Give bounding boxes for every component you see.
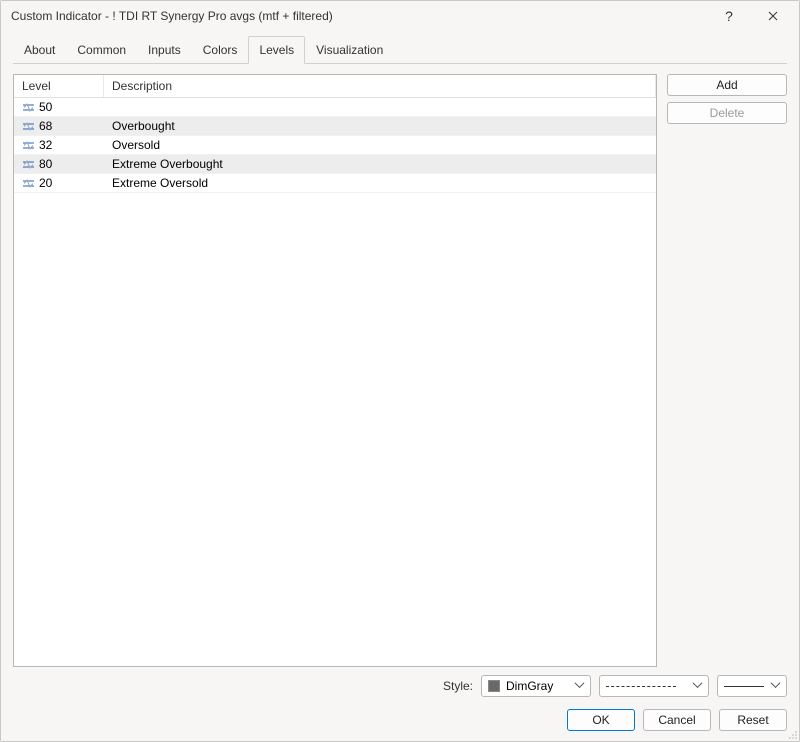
help-button[interactable]: ? [707,1,751,31]
cell-description: Overbought [104,119,656,133]
style-width-combo[interactable] [717,675,787,697]
table-row[interactable]: 68 Overbought [14,117,656,136]
reset-button[interactable]: Reset [719,709,787,731]
level-value: 68 [39,119,52,133]
level-icon [22,177,35,190]
tab-about[interactable]: About [13,36,66,64]
chevron-down-icon [576,681,586,691]
dash-preview [606,686,676,687]
col-header-description[interactable]: Description [104,75,656,97]
list-header: Level Description [14,75,656,98]
color-swatch [488,680,500,692]
table-row[interactable]: 20 Extreme Oversold [14,174,656,193]
titlebar: Custom Indicator - ! TDI RT Synergy Pro … [1,1,799,31]
tab-inputs[interactable]: Inputs [137,36,192,64]
tab-colors[interactable]: Colors [192,36,249,64]
dialog-footer: OK Cancel Reset [1,705,799,741]
cell-description: Extreme Oversold [104,176,656,190]
level-value: 32 [39,138,52,152]
cell-level: 80 [14,157,104,171]
chevron-down-icon [772,681,782,691]
tab-levels[interactable]: Levels [248,36,305,64]
delete-button: Delete [667,102,787,124]
cell-description: Oversold [104,138,656,152]
window-title: Custom Indicator - ! TDI RT Synergy Pro … [11,9,707,23]
color-name: DimGray [506,679,553,693]
list-body: 50 68 Overbought 32 Oversold 80 Extreme Ove… [14,98,656,666]
cancel-button[interactable]: Cancel [643,709,711,731]
chevron-down-icon [694,681,704,691]
levels-listview[interactable]: Level Description 50 68 Overbought 32 Over… [13,74,657,667]
cell-level: 68 [14,119,104,133]
table-row[interactable]: 50 [14,98,656,117]
level-value: 80 [39,157,52,171]
close-button[interactable] [751,1,795,31]
style-label: Style: [443,679,473,693]
side-buttons: Add Delete [667,74,787,667]
tab-common[interactable]: Common [66,36,137,64]
add-button[interactable]: Add [667,74,787,96]
cell-level: 32 [14,138,104,152]
dialog-window: Custom Indicator - ! TDI RT Synergy Pro … [0,0,800,742]
cell-level: 20 [14,176,104,190]
tab-bar: AboutCommonInputsColorsLevelsVisualizati… [13,36,787,64]
level-icon [22,139,35,152]
tab-panel-levels: Level Description 50 68 Overbought 32 Over… [13,64,787,667]
col-header-level[interactable]: Level [14,75,104,97]
ok-button[interactable]: OK [567,709,635,731]
table-row[interactable]: 32 Oversold [14,136,656,155]
cell-description: Extreme Overbought [104,157,656,171]
level-icon [22,120,35,133]
content-area: AboutCommonInputsColorsLevelsVisualizati… [1,31,799,705]
level-value: 20 [39,176,52,190]
resize-grip-icon[interactable] [786,728,798,740]
level-icon [22,101,35,114]
level-value: 50 [39,100,52,114]
style-color-combo[interactable]: DimGray [481,675,591,697]
level-icon [22,158,35,171]
style-row: Style: DimGray [13,667,787,705]
style-dash-combo[interactable] [599,675,709,697]
table-row[interactable]: 80 Extreme Overbought [14,155,656,174]
width-preview [724,686,764,687]
cell-level: 50 [14,100,104,114]
tab-visualization[interactable]: Visualization [305,36,394,64]
